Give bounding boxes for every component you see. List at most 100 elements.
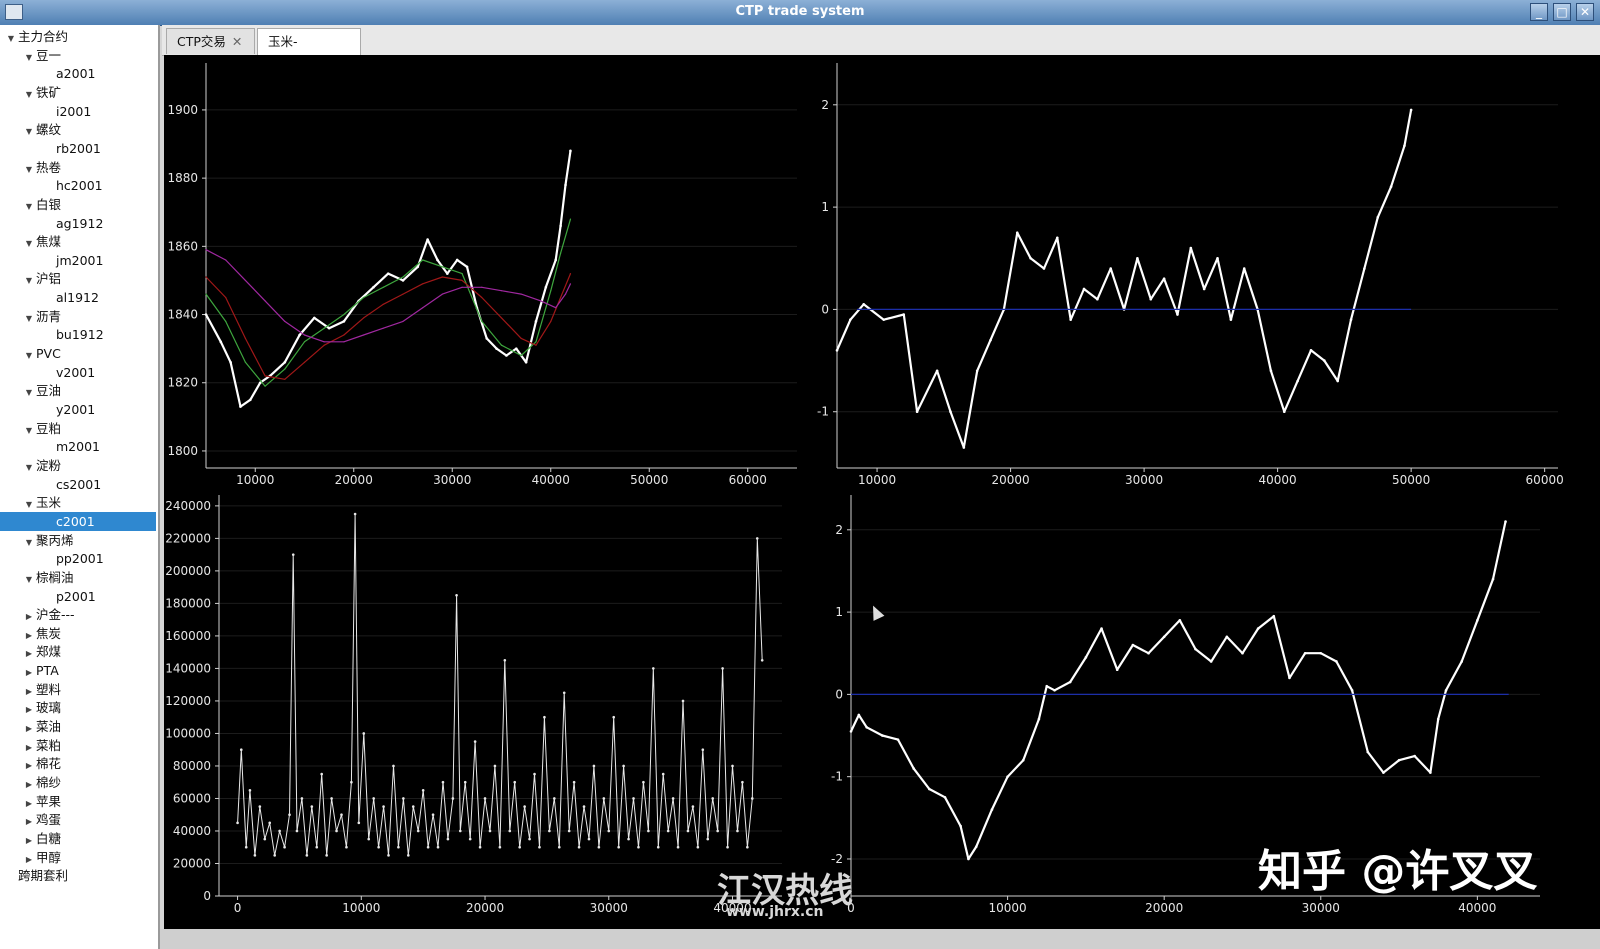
contract-tree[interactable]: ▼ 主力合约 ▼ 豆一 a2001 ▼ 铁矿 i2001 ▼ 螺纹 rb2001 ▼ 热卷 hc2001 ▼… — [0, 25, 160, 949]
tree-item[interactable]: v2001 — [42, 363, 95, 382]
data-point — [520, 354, 522, 357]
tree-item[interactable]: ag1912 — [42, 214, 103, 233]
data-point — [1084, 656, 1088, 659]
tree-item[interactable]: ▼ 沥青 — [22, 307, 61, 326]
tree-item[interactable]: ▼ 豆油 — [22, 381, 61, 400]
expand-arrow-down-icon[interactable]: ▼ — [22, 234, 36, 253]
expand-arrow-down-icon[interactable]: ▼ — [22, 122, 36, 141]
expand-arrow-down-icon[interactable]: ▼ — [22, 309, 36, 328]
tree-item[interactable]: ▶ 鸡蛋 — [22, 810, 61, 829]
tree-item[interactable]: ▼ 玉米 — [22, 493, 61, 512]
tab-corn-c2001[interactable]: 玉米-c2001✕ — [257, 28, 361, 75]
minimize-button[interactable]: _ — [1530, 3, 1548, 21]
data-point — [520, 293, 522, 295]
tree-item[interactable]: ▶ PTA — [22, 661, 59, 680]
close-tab-icon[interactable]: ✕ — [232, 34, 242, 49]
tree-item[interactable]: ▶ 玻璃 — [22, 698, 61, 717]
data-point — [1037, 717, 1041, 721]
tree-item[interactable]: ▼ 白银 — [22, 195, 61, 214]
data-point — [577, 845, 581, 849]
data-point — [835, 349, 839, 352]
tree-item[interactable]: ▶ 沪金--- — [22, 605, 75, 624]
expand-arrow-down-icon[interactable]: ▼ — [22, 197, 36, 216]
tree-item[interactable]: y2001 — [42, 400, 95, 419]
tree-item[interactable]: ▼ 聚丙烯 — [22, 531, 74, 550]
data-point — [422, 259, 424, 261]
tree-item[interactable]: ▶跨期套利 — [4, 866, 68, 885]
expand-arrow-down-icon[interactable]: ▼ — [22, 271, 36, 290]
data-point — [416, 265, 420, 269]
tree-item[interactable]: bu1912 — [42, 325, 104, 344]
tree-item[interactable]: cs2001 — [42, 475, 101, 494]
expand-arrow-down-icon[interactable]: ▼ — [22, 85, 36, 104]
tree-item[interactable]: ▼ 豆一 — [22, 46, 61, 65]
tree-item[interactable]: rb2001 — [42, 139, 101, 158]
tab-ctp-trading[interactable]: CTP交易 ✕ — [166, 28, 255, 54]
data-point — [264, 385, 266, 387]
tree-item-label: rb2001 — [56, 140, 101, 156]
tree-item[interactable]: p2001 — [42, 587, 96, 606]
tree-item[interactable]: ▶ 棉花 — [22, 754, 61, 773]
tree-item[interactable]: ▶ 菜粕 — [22, 736, 61, 755]
expand-arrow-down-icon[interactable]: ▼ — [4, 29, 18, 48]
data-point — [544, 285, 548, 289]
tree-item[interactable]: ▼ 螺纹 — [22, 120, 61, 139]
tree-item[interactable]: c2001 — [0, 511, 156, 531]
tree-item-label: 螺纹 — [36, 122, 62, 138]
data-point — [416, 829, 420, 833]
data-point — [661, 772, 665, 776]
data-point — [1350, 688, 1354, 692]
tree-item[interactable]: ▶ 甲醇 — [22, 848, 61, 867]
expand-arrow-down-icon[interactable]: ▼ — [22, 421, 36, 440]
tree-item[interactable]: ▼ 沪铝 — [22, 269, 61, 288]
tree-item[interactable]: ▶ 焦炭 — [22, 624, 61, 643]
tree-item[interactable]: ▼ 焦煤 — [22, 232, 61, 251]
data-point — [205, 249, 207, 251]
tree-item[interactable]: ▼ 热卷 — [22, 158, 61, 177]
y-tick-label: 0 — [203, 889, 211, 903]
data-point — [315, 845, 319, 849]
tree-item[interactable]: ▶ 苹果 — [22, 792, 61, 811]
tree-item[interactable]: al1912 — [42, 288, 99, 307]
tree-item[interactable]: hc2001 — [42, 176, 103, 195]
data-point — [426, 845, 430, 849]
data-point — [441, 276, 443, 278]
data-point — [726, 845, 729, 849]
tree-item[interactable]: ▶ 白糖 — [22, 829, 61, 848]
tree-item[interactable]: i2001 — [42, 102, 91, 121]
y-tick-label: 1900 — [167, 103, 198, 117]
data-point — [357, 821, 361, 825]
tree-item[interactable]: ▼ 淀粉 — [22, 456, 61, 475]
data-point — [617, 845, 620, 849]
tree-item[interactable]: ▼ PVC — [22, 344, 61, 363]
tree-item[interactable]: jm2001 — [42, 251, 103, 270]
data-point — [335, 829, 338, 833]
tree-item-label: hc2001 — [56, 178, 103, 194]
expand-arrow-down-icon[interactable]: ▼ — [22, 458, 36, 477]
tree-item[interactable]: ▼ 豆粕 — [22, 419, 61, 438]
tree-item[interactable]: m2001 — [42, 437, 100, 456]
expand-arrow-down-icon[interactable]: ▼ — [22, 48, 36, 67]
tree-item[interactable]: ▶ 郑煤 — [22, 642, 61, 661]
data-point — [557, 845, 561, 849]
maximize-button[interactable]: □ — [1553, 3, 1571, 21]
tree-item[interactable]: ▶ 棉纱 — [22, 773, 61, 792]
tree-item[interactable]: pp2001 — [42, 549, 104, 568]
expand-arrow-down-icon[interactable]: ▼ — [22, 160, 36, 179]
data-point — [849, 318, 852, 321]
tree-item[interactable]: ▼ 棕榈油 — [22, 568, 74, 587]
data-point — [564, 183, 567, 187]
tree-item[interactable]: a2001 — [42, 64, 95, 83]
tree-item[interactable]: ▼ 铁矿 — [22, 83, 61, 102]
expand-arrow-down-icon[interactable]: ▼ — [22, 346, 36, 365]
x-tick-label: 50000 — [1392, 473, 1430, 487]
expand-arrow-down-icon[interactable]: ▼ — [22, 533, 36, 552]
expand-arrow-down-icon[interactable]: ▼ — [22, 383, 36, 402]
tree-item[interactable]: ▶ 塑料 — [22, 680, 61, 699]
close-button[interactable]: ✕ — [1576, 3, 1594, 21]
tree-item[interactable]: ▼ 主力合约 — [4, 27, 68, 46]
tree-item[interactable]: ▶ 菜油 — [22, 717, 61, 736]
expand-arrow-down-icon[interactable]: ▼ — [22, 570, 36, 589]
data-point — [959, 824, 962, 828]
data-point — [295, 829, 299, 833]
